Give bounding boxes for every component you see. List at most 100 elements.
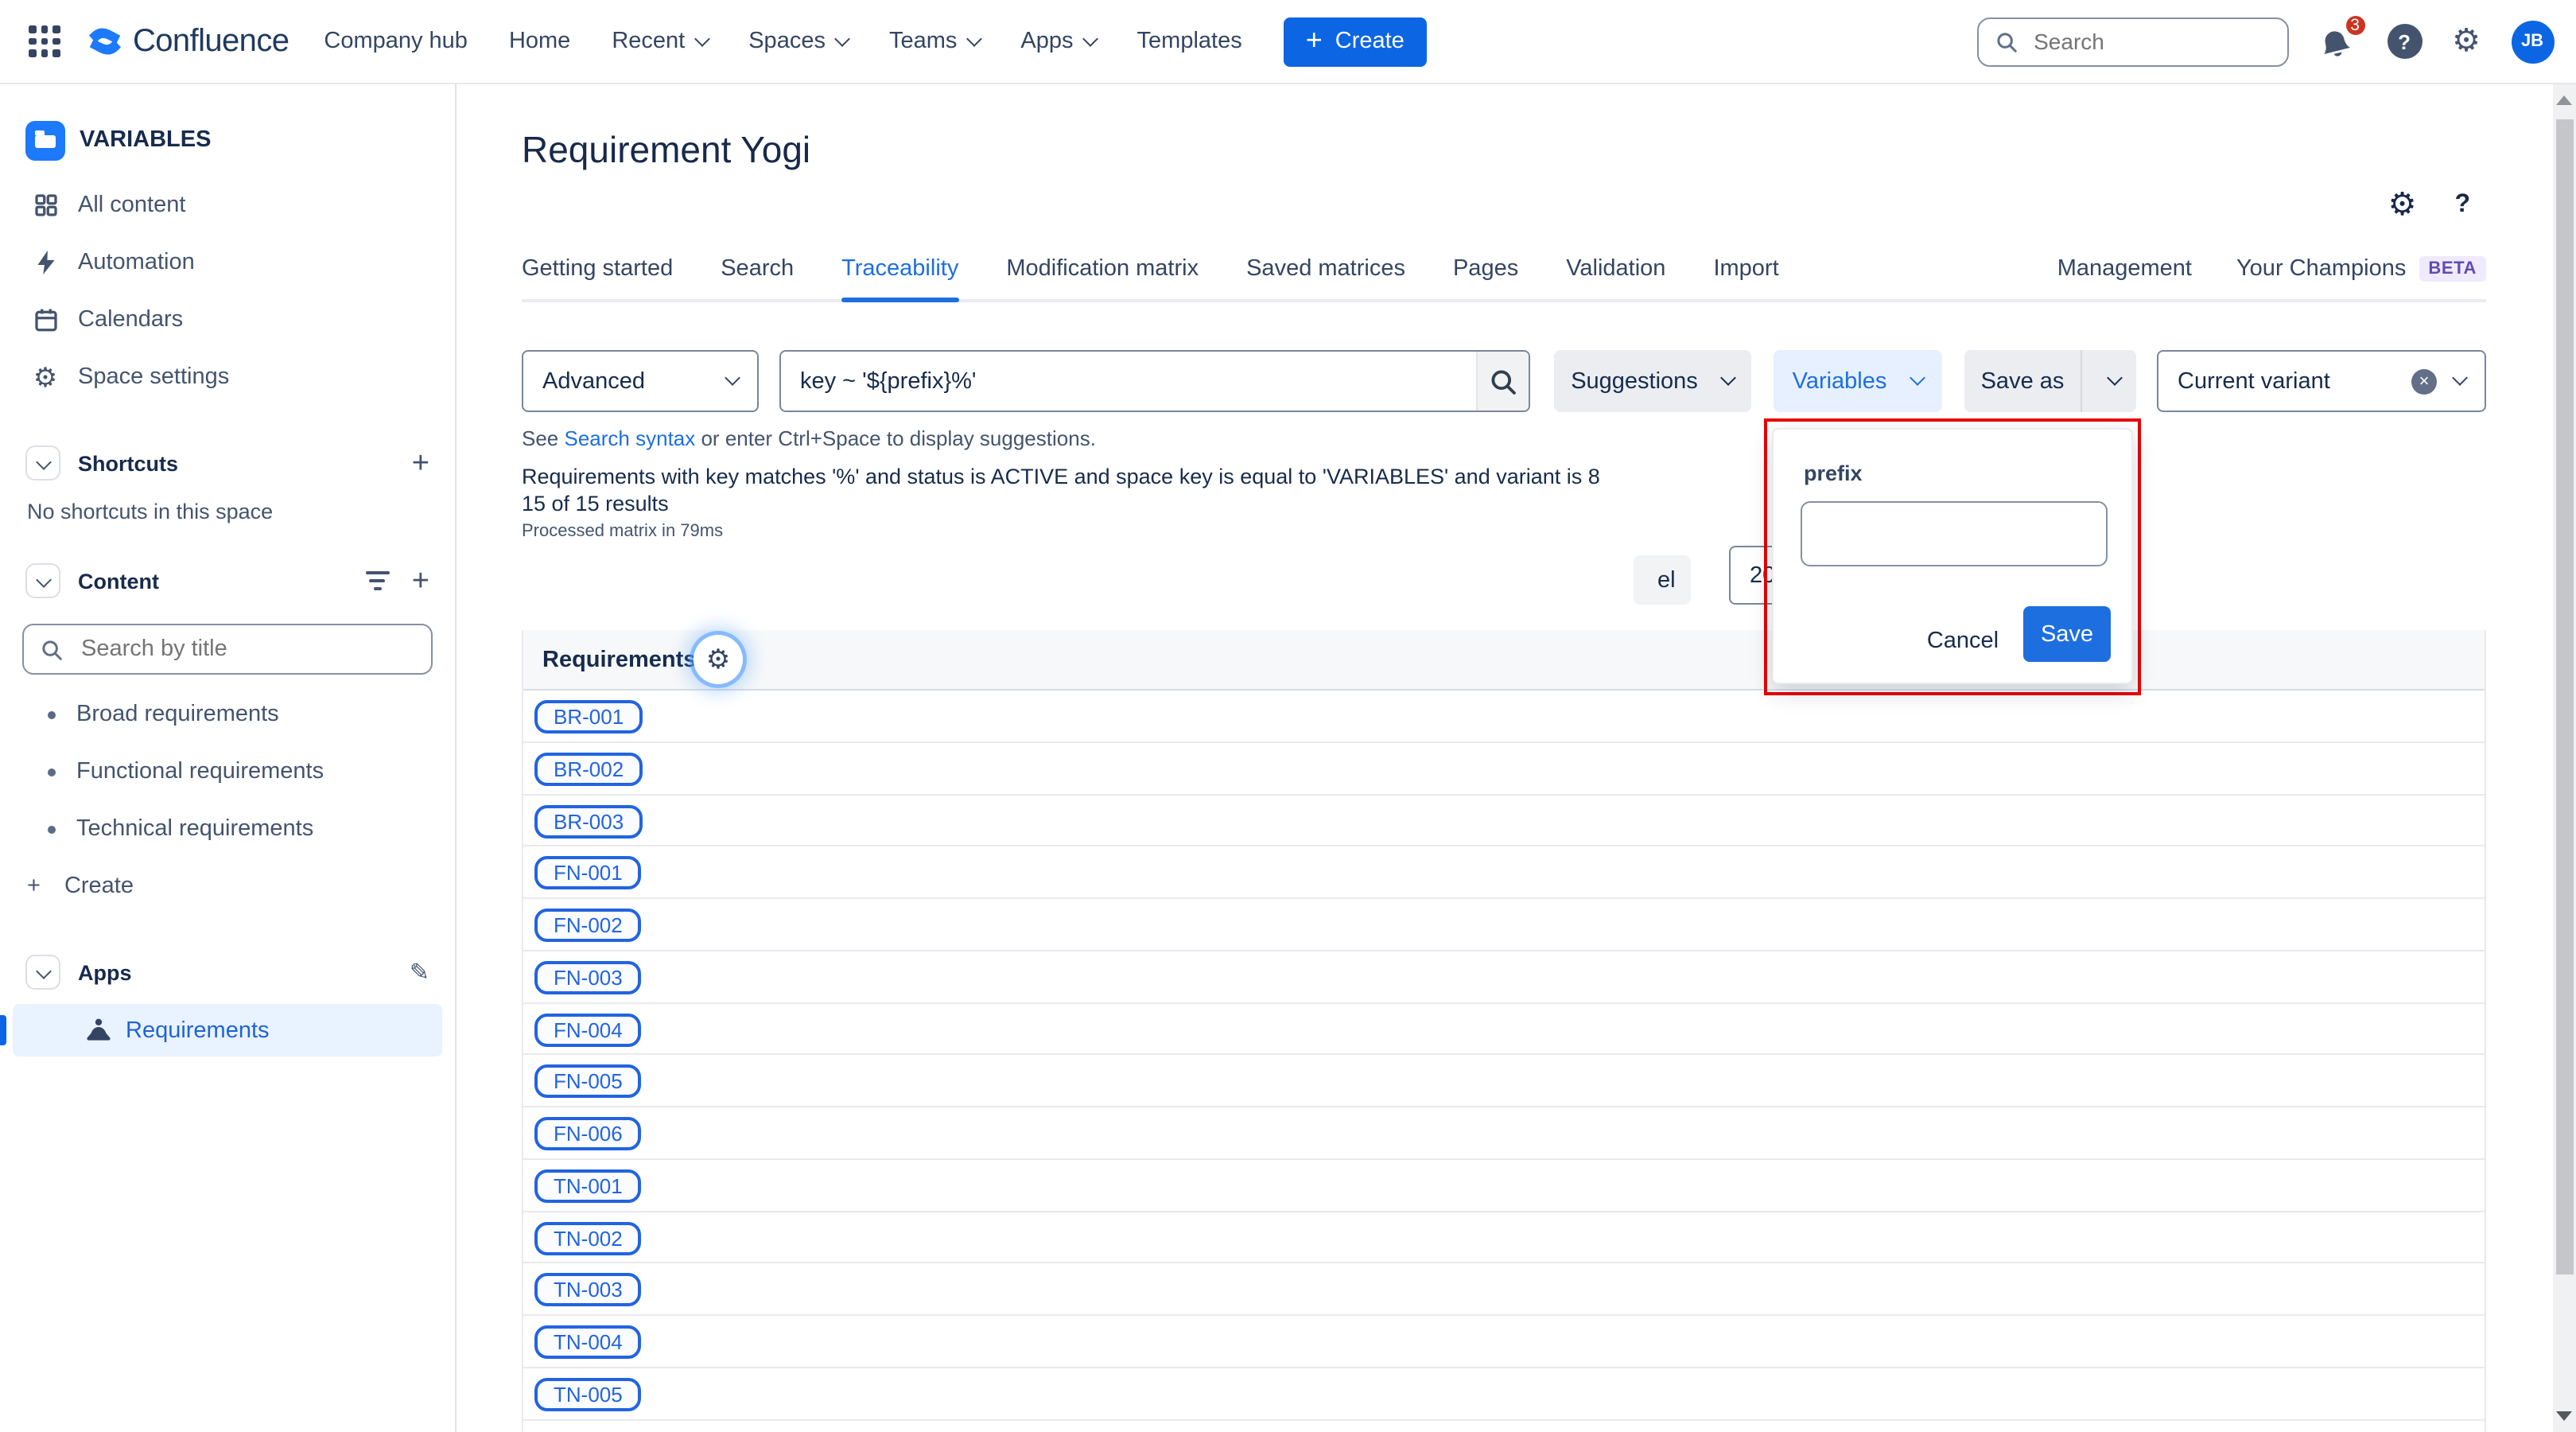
nav-menu-item[interactable]: Apps bbox=[1020, 29, 1098, 54]
variables-button[interactable]: Variables bbox=[1774, 350, 1942, 412]
requirements-table: Requirements ⚙ BR-001 BR-002 BR-003 FN-0… bbox=[522, 630, 2486, 1432]
table-row: TN-003 bbox=[523, 1263, 2485, 1316]
requirement-key-pill[interactable]: TN-003 bbox=[534, 1273, 642, 1307]
global-search[interactable] bbox=[1976, 17, 2289, 66]
page-tree-item[interactable]: Technical requirements bbox=[0, 800, 455, 858]
nav-menu-item[interactable]: Templates bbox=[1137, 29, 1242, 54]
requirement-key-pill[interactable]: BR-003 bbox=[534, 804, 643, 838]
tab[interactable]: Management bbox=[2057, 256, 2192, 299]
search-syntax-link[interactable]: Search syntax bbox=[565, 426, 696, 450]
tab[interactable]: Validation bbox=[1566, 256, 1665, 299]
table-row-clipped bbox=[523, 1420, 2485, 1432]
nav-menu-item[interactable]: Company hub bbox=[324, 29, 468, 54]
notifications-button[interactable]: 3 bbox=[2318, 13, 2368, 60]
tab[interactable]: Pages bbox=[1453, 256, 1518, 299]
processing-time: Processed matrix in 79ms bbox=[522, 522, 724, 541]
ry-settings-gear-icon[interactable]: ⚙ bbox=[2388, 189, 2417, 221]
requirement-key-pill[interactable]: FN-002 bbox=[534, 909, 642, 942]
suggestions-button[interactable]: Suggestions bbox=[1554, 350, 1751, 412]
sidebar-nav-item[interactable]: Calendars bbox=[0, 291, 455, 348]
scrollbar-thumb[interactable] bbox=[2555, 119, 2574, 1274]
requirement-key-pill[interactable]: BR-002 bbox=[534, 752, 643, 786]
add-shortcut-button[interactable]: + bbox=[412, 448, 429, 478]
requirement-key-pill[interactable]: BR-001 bbox=[534, 700, 643, 734]
requirement-key-pill[interactable]: TN-005 bbox=[534, 1377, 642, 1411]
query-input[interactable] bbox=[781, 352, 1476, 411]
chevron-down-icon bbox=[725, 370, 740, 386]
nav-menu-item[interactable]: Recent bbox=[612, 29, 710, 54]
requirement-key-pill[interactable]: FN-003 bbox=[534, 960, 642, 994]
global-search-input[interactable] bbox=[2030, 27, 2271, 56]
save-as-button[interactable]: Save as bbox=[1964, 350, 2082, 412]
active-indicator bbox=[0, 1015, 6, 1045]
cancel-button[interactable]: Cancel bbox=[1914, 617, 2012, 665]
sidebar-nav-item[interactable]: ⚙ Space settings bbox=[0, 348, 455, 406]
requirement-key-pill[interactable]: FN-001 bbox=[534, 856, 642, 890]
filter-icon[interactable] bbox=[365, 571, 390, 590]
chevron-down-icon bbox=[35, 963, 51, 979]
tab[interactable]: Search bbox=[721, 256, 794, 299]
edit-pencil-icon[interactable]: ✎ bbox=[410, 958, 429, 986]
apps-section-header: Apps ✎ bbox=[0, 950, 455, 994]
scroll-up-arrow[interactable] bbox=[2556, 95, 2572, 105]
apps-collapse-button[interactable] bbox=[25, 955, 60, 990]
run-search-button[interactable] bbox=[1476, 352, 1529, 411]
page-tree-item[interactable]: Broad requirements bbox=[0, 686, 455, 743]
ry-help-icon[interactable]: ? bbox=[2454, 191, 2470, 220]
requirement-key-pill[interactable]: TN-004 bbox=[534, 1325, 642, 1359]
save-button[interactable]: Save bbox=[2023, 606, 2111, 662]
save-as-menu-button[interactable] bbox=[2082, 350, 2136, 412]
vertical-scrollbar[interactable] bbox=[2553, 84, 2576, 1432]
requirement-key-pill[interactable]: FN-006 bbox=[534, 1117, 642, 1150]
sidebar-nav-item[interactable]: Automation bbox=[0, 234, 455, 291]
space-sidebar: VARIABLES All content Automation Calenda… bbox=[0, 84, 457, 1432]
app-switcher-icon[interactable] bbox=[29, 25, 60, 57]
clear-variant-icon[interactable]: × bbox=[2411, 368, 2437, 394]
variant-select[interactable]: Current variant × bbox=[2157, 350, 2486, 412]
sidebar-nav-item[interactable]: All content bbox=[0, 177, 455, 234]
create-button[interactable]: + Create bbox=[1283, 17, 1427, 66]
page-tree-item[interactable]: Functional requirements bbox=[0, 743, 455, 800]
help-button[interactable]: ? bbox=[2387, 24, 2423, 59]
requirement-key-pill[interactable]: FN-004 bbox=[534, 1013, 642, 1046]
content-search-input[interactable] bbox=[78, 635, 415, 663]
space-header[interactable]: VARIABLES bbox=[0, 116, 455, 164]
tab[interactable]: Import bbox=[1713, 256, 1778, 299]
tab-bar: Getting started Search Traceability Modi… bbox=[522, 256, 2486, 302]
calendar-icon bbox=[34, 309, 56, 332]
brand-wordmark: Confluence bbox=[133, 23, 289, 58]
sidebar-item-requirements[interactable]: Requirements bbox=[0, 1004, 442, 1056]
plus-icon: + bbox=[27, 873, 41, 899]
space-folder-icon bbox=[25, 120, 65, 160]
settings-gear-icon[interactable]: ⚙ bbox=[2452, 25, 2481, 57]
scroll-down-arrow[interactable] bbox=[2556, 1411, 2572, 1421]
variable-value-input[interactable] bbox=[1801, 501, 2108, 566]
tab[interactable]: Your Champions BETA bbox=[2236, 256, 2486, 299]
tab[interactable]: Saved matrices bbox=[1246, 256, 1405, 299]
sidebar-create-button[interactable]: + Create bbox=[0, 858, 455, 915]
lightning-icon bbox=[37, 251, 54, 274]
query-summary: Requirements with key matches '%' and st… bbox=[522, 465, 1600, 488]
nav-menu-item[interactable]: Spaces bbox=[748, 29, 850, 54]
content-collapse-button[interactable] bbox=[25, 563, 60, 598]
chevron-down-icon bbox=[35, 571, 51, 587]
shortcuts-collapse-button[interactable] bbox=[25, 446, 60, 481]
requirement-key-pill[interactable]: FN-005 bbox=[534, 1064, 642, 1099]
tab[interactable]: Modification matrix bbox=[1006, 256, 1199, 299]
table-columns-gear-button[interactable]: ⚙ bbox=[694, 635, 743, 684]
tab[interactable]: Traceability bbox=[841, 256, 958, 302]
user-avatar[interactable]: JB bbox=[2511, 20, 2554, 63]
clipped-excel-button[interactable]: el bbox=[1634, 555, 1691, 605]
content-search[interactable] bbox=[22, 624, 433, 675]
search-mode-select[interactable]: Advanced bbox=[522, 350, 759, 412]
nav-menu-item[interactable]: Teams bbox=[889, 29, 982, 54]
requirement-key-pill[interactable]: TN-001 bbox=[534, 1169, 642, 1203]
tab[interactable]: Getting started bbox=[522, 256, 673, 299]
chevron-down-icon bbox=[2107, 370, 2123, 386]
table-row: FN-001 bbox=[523, 846, 2485, 899]
add-content-button[interactable]: + bbox=[412, 566, 429, 596]
nav-menu-item[interactable]: Home bbox=[509, 29, 570, 54]
confluence-logo[interactable]: Confluence bbox=[85, 22, 289, 60]
requirement-key-pill[interactable]: TN-002 bbox=[534, 1221, 642, 1255]
shortcuts-title: Shortcuts bbox=[78, 451, 179, 475]
